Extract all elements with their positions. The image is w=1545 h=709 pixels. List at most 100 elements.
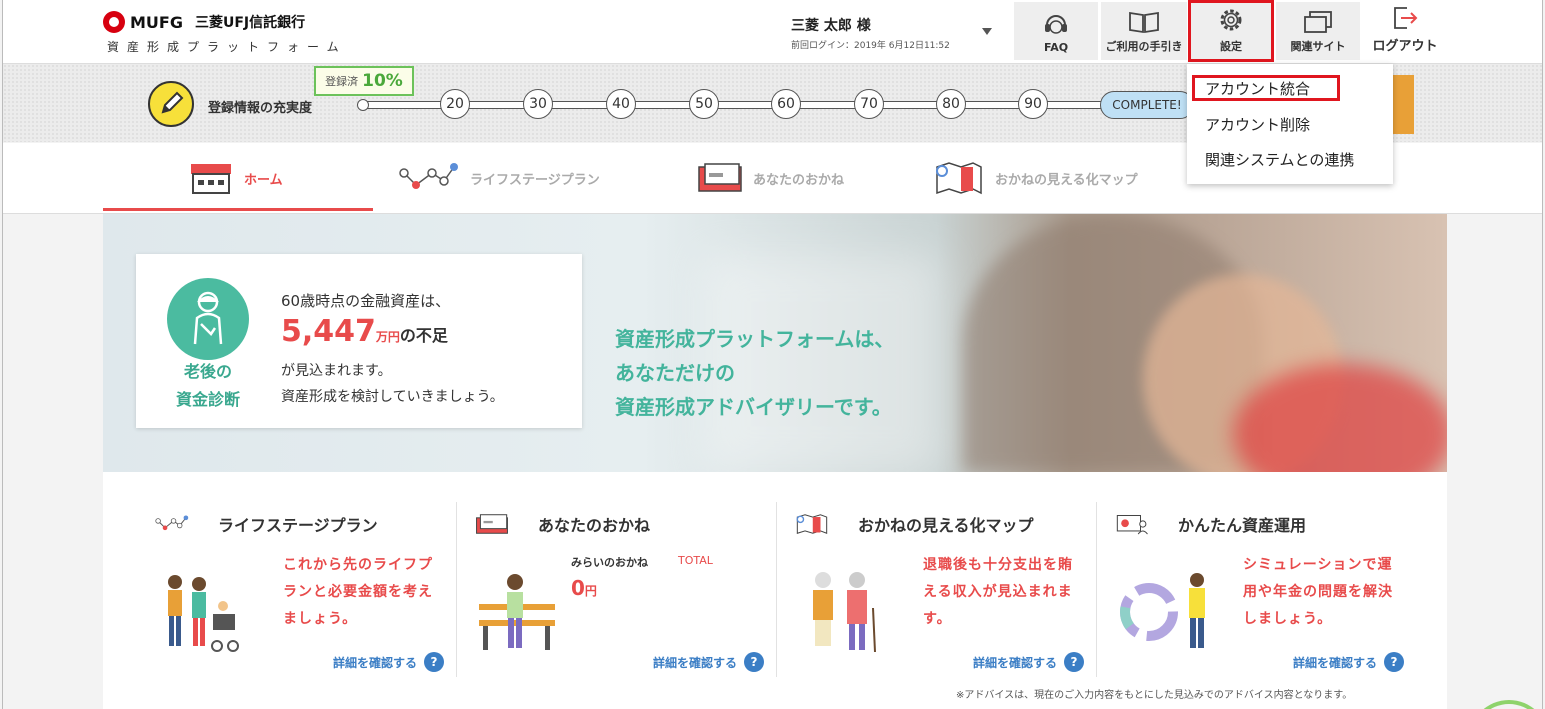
card-easy-investing[interactable]: かんたん資産運用 シミュレーションで運用や年金の問題を解決しましょう。 詳細を確… xyxy=(1093,472,1413,682)
badge-value: 10% xyxy=(362,71,403,91)
milestone-70: 70 xyxy=(854,89,884,119)
summary-cards: ライフステージプラン これから先のライフプランと必要金額を考えましょう。 詳細を… xyxy=(103,472,1447,709)
book-icon xyxy=(1129,11,1159,34)
progress-current-marker xyxy=(357,99,369,111)
detail-link-label: 詳細を確認する xyxy=(333,655,418,670)
settings-button[interactable]: 設定 xyxy=(1188,0,1274,62)
milestone-80: 80 xyxy=(936,89,966,119)
milestone-60: 60 xyxy=(771,89,801,119)
future-money-amount: 0 xyxy=(571,576,585,600)
milestone-20: 20 xyxy=(440,89,470,119)
hero-line-1: 資産形成プラットフォームは、 xyxy=(615,327,895,351)
diagnosis-label-line2: 資金診断 xyxy=(175,390,240,409)
card-life-stage-plan[interactable]: ライフステージプラン これから先のライフプランと必要金額を考えましょう。 詳細を… xyxy=(133,472,453,682)
map-icon xyxy=(936,162,982,195)
future-money-value: 0円 xyxy=(571,576,597,600)
elder-icon xyxy=(167,278,249,360)
life-plan-graph-icon xyxy=(399,163,458,189)
nav-life-stage-plan-label: ライフステージプラン xyxy=(470,172,600,188)
pencil-icon xyxy=(148,81,194,127)
mufg-logo-icon xyxy=(103,11,125,33)
family-illustration xyxy=(168,575,239,652)
card-description: シミュレーションで運用や年金の問題を解決しましょう。 xyxy=(1243,557,1393,627)
bank-name: 三菱UFJ信託銀行 xyxy=(194,15,306,31)
hero-message: 資産形成プラットフォームは、 あなただけの 資産形成アドバイザリーです。 xyxy=(615,322,894,424)
guide-button[interactable]: ご利用の手引き xyxy=(1101,2,1187,60)
milestone-complete: COMPLETE! xyxy=(1100,91,1194,119)
progress-track xyxy=(363,101,1108,109)
total-label: TOTAL xyxy=(678,554,713,567)
help-icon[interactable]: ? xyxy=(1064,652,1085,672)
help-icon[interactable]: ? xyxy=(744,652,765,672)
user-info[interactable]: 三菱 太郎 様 前回ログイン：2019年 6月12日11:52 xyxy=(791,15,950,51)
logout-button[interactable]: ログアウト xyxy=(1363,2,1447,60)
progress-label: 登録情報の充実度 xyxy=(208,101,313,116)
menu-item-account-delete[interactable]: アカウント削除 xyxy=(1205,114,1310,135)
card-your-money[interactable]: あなたのおかね みらいのおかね TOTAL 0円 詳細を確認する? xyxy=(453,472,773,682)
header: MUFG 三菱UFJ信託銀行 資産形成プラットフォーム 三菱 太郎 様 前回ログ… xyxy=(3,0,1542,64)
user-name: 三菱 太郎 様 xyxy=(791,18,871,34)
card-description: 退職後も十分支出を賄える収入が見込まれます。 xyxy=(923,557,1073,627)
investing-illustration xyxy=(1120,573,1205,648)
card-icon xyxy=(698,163,742,192)
presentation-icon xyxy=(1116,514,1148,535)
milestone-50: 50 xyxy=(689,89,719,119)
life-plan-graph-icon xyxy=(155,515,189,531)
card-money-map[interactable]: おかねの見える化マップ 退職後も十分支出を賄える収入が見込まれます。 詳細を確認… xyxy=(773,472,1093,682)
card-detail-link[interactable]: 詳細を確認する? xyxy=(333,652,445,672)
related-sites-button[interactable]: 関連サイト xyxy=(1276,2,1360,60)
help-icon[interactable]: ? xyxy=(424,652,445,672)
help-icon[interactable]: ? xyxy=(1384,652,1405,672)
menu-item-account-merge[interactable]: アカウント統合 xyxy=(1205,78,1310,99)
retirement-diagnosis-card[interactable]: 老後の 資金診断 60歳時点の金融資産は、 5,447万円の不足 が見込まれます… xyxy=(136,254,582,428)
card-detail-link[interactable]: 詳細を確認する? xyxy=(653,652,765,672)
card-title: おかねの見える化マップ xyxy=(858,516,1034,535)
related-sites-label: 関連サイト xyxy=(1290,40,1346,53)
orange-side-button[interactable] xyxy=(1392,75,1414,134)
detail-link-label: 詳細を確認する xyxy=(1293,655,1378,670)
settings-label: 設定 xyxy=(1220,40,1242,53)
diagnosis-amount: 5,447万円の不足 xyxy=(281,314,448,349)
card-icon xyxy=(476,514,508,534)
elderly-couple-illustration xyxy=(813,572,876,653)
map-icon xyxy=(796,514,828,534)
gear-icon xyxy=(1220,9,1242,31)
floating-chat-button[interactable] xyxy=(1469,700,1542,709)
logout-icon xyxy=(1394,7,1418,29)
nav-home[interactable]: ホーム xyxy=(188,143,283,213)
card-detail-link[interactable]: 詳細を確認する? xyxy=(1293,652,1405,672)
nav-active-indicator xyxy=(103,208,373,211)
app-frame: MUFG 三菱UFJ信託銀行 資産形成プラットフォーム 三菱 太郎 様 前回ログ… xyxy=(2,0,1543,709)
logo[interactable]: MUFG 三菱UFJ信託銀行 資産形成プラットフォーム xyxy=(103,11,347,55)
nav-money-map-label: おかねの見える化マップ xyxy=(995,172,1138,188)
card-title: ライフステージプラン xyxy=(218,516,378,535)
menu-item-system-link[interactable]: 関連システムとの連携 xyxy=(1205,149,1354,170)
card-title: かんたん資産運用 xyxy=(1178,516,1307,535)
card-title: あなたのおかね xyxy=(538,516,651,535)
hero-banner: 資産形成プラットフォームは、 あなただけの 資産形成アドバイザリーです。 老後の… xyxy=(103,214,1447,472)
faq-label: FAQ xyxy=(1043,41,1069,54)
brand-name: MUFG xyxy=(130,12,183,32)
house-icon xyxy=(191,164,231,194)
faq-button[interactable]: FAQ xyxy=(1014,2,1098,60)
hero-line-3: 資産形成アドバイザリーです。 xyxy=(615,395,892,419)
user-menu-caret-icon[interactable] xyxy=(982,28,992,35)
diagnosis-line3: が見込まれます。 xyxy=(281,363,392,379)
future-money-label: みらいのおかね xyxy=(571,556,648,569)
nav-money-map[interactable]: おかねの見える化マップ xyxy=(933,143,1138,213)
nav-life-stage-plan[interactable]: ライフステージプラン xyxy=(398,143,600,213)
future-money-unit: 円 xyxy=(584,584,597,598)
milestone-30: 30 xyxy=(523,89,553,119)
shortfall-amount: 5,447 xyxy=(281,314,376,349)
nav-your-money[interactable]: あなたのおかね xyxy=(697,143,844,213)
advice-footnote: ※アドバイスは、現在のご入力内容をもとにした見込みでのアドバイス内容となります。 xyxy=(956,690,1353,701)
card-description: これから先のライフプランと必要金額を考えましょう。 xyxy=(283,557,433,627)
settings-dropdown: アカウント統合 アカウント削除 関連システムとの連携 xyxy=(1187,64,1393,184)
card-detail-link[interactable]: 詳細を確認する? xyxy=(973,652,1085,672)
milestone-90: 90 xyxy=(1018,89,1048,119)
diagnosis-line1: 60歳時点の金融資産は、 xyxy=(281,292,451,310)
hero-line-2: あなただけの xyxy=(615,361,735,385)
nav-home-label: ホーム xyxy=(244,172,283,188)
milestone-40: 40 xyxy=(606,89,636,119)
progress-badge: 登録済 10% xyxy=(314,66,414,96)
